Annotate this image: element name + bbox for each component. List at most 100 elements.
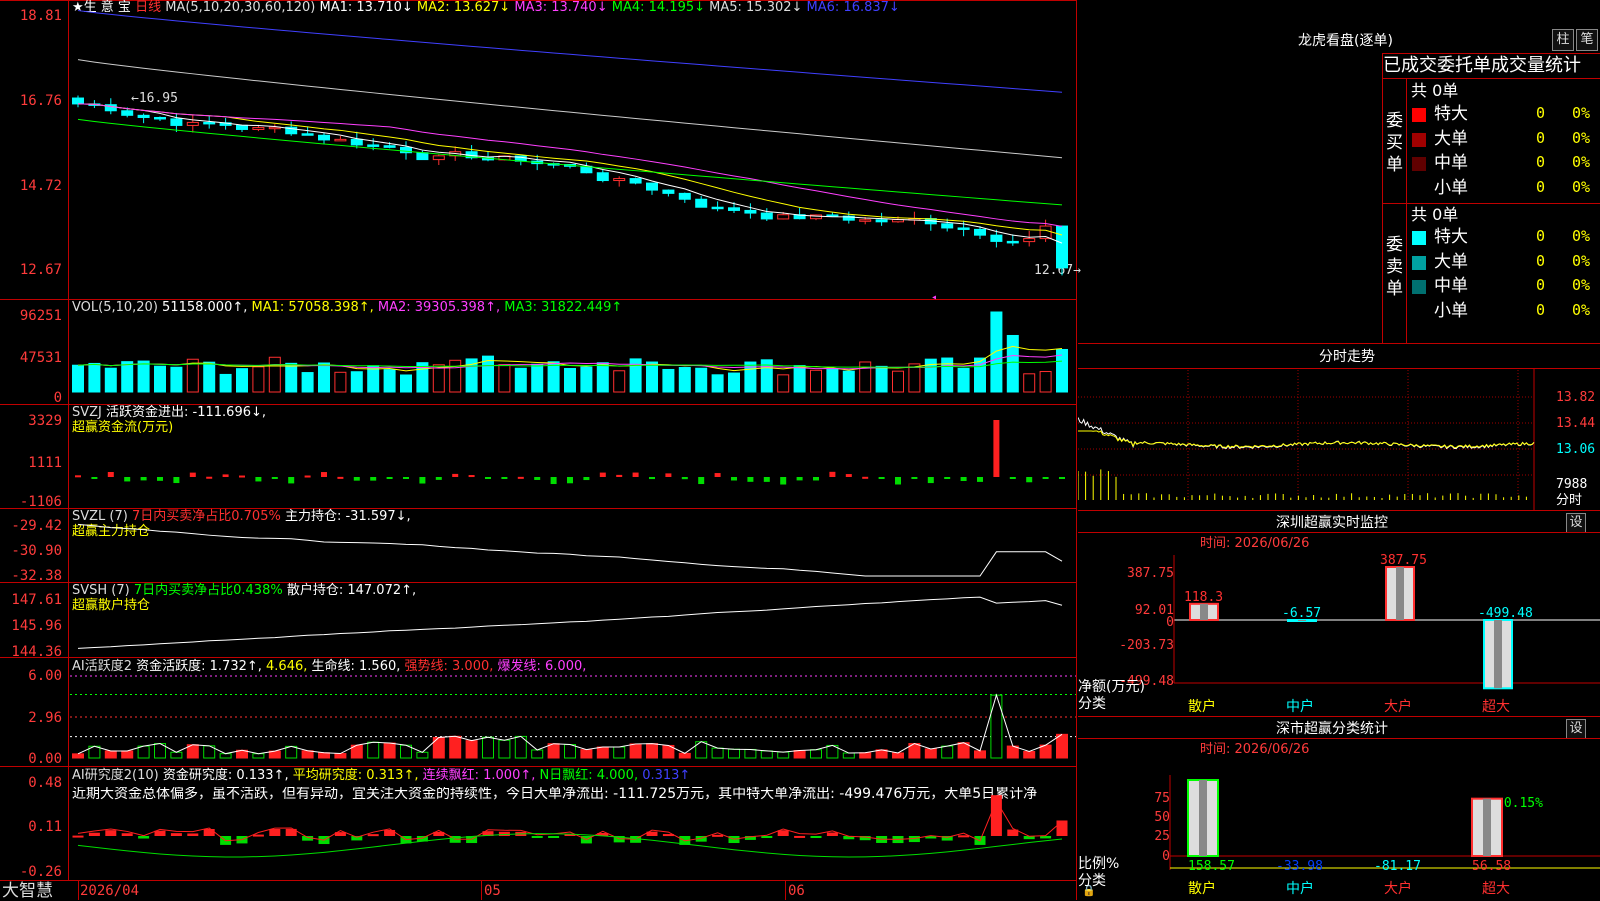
indicator-chart-canvas	[70, 10, 1076, 858]
monitor-category-label: 散户	[1188, 698, 1216, 715]
research-bar	[958, 835, 970, 838]
chart-area[interactable]: 18.81 16.76 14.72 12.67 96251 47531 0 33…	[0, 0, 1096, 900]
candle-body	[121, 110, 134, 116]
candle-body	[596, 172, 609, 182]
fund-flow-bar	[157, 477, 163, 481]
volume-bar	[367, 365, 380, 393]
fund-flow-bar	[501, 477, 508, 479]
monitor-category-label: 大户	[1384, 698, 1412, 715]
fund-flow-bar	[419, 477, 426, 484]
volume-bar	[1023, 373, 1036, 393]
activity-bar	[974, 750, 986, 759]
monitor-bar-shade	[1396, 567, 1404, 620]
fund-flow-bar	[665, 473, 672, 477]
candle-body	[760, 212, 773, 220]
volume-bar	[104, 367, 117, 393]
x-tick-label: 2026/04	[80, 883, 140, 899]
candle-body	[334, 138, 347, 142]
x-tick-label: 06	[788, 883, 805, 899]
fund-flow-bar	[731, 477, 737, 481]
fund-flow-bar	[353, 477, 360, 481]
activity-bar	[547, 743, 560, 759]
research-bar	[826, 832, 838, 836]
research-bar	[794, 835, 806, 838]
volume-bar	[334, 371, 347, 393]
volume-bar	[72, 364, 84, 393]
candle-body	[777, 214, 790, 220]
fund-flow-bar	[993, 420, 1000, 477]
activity-bar	[924, 748, 937, 759]
fund-flow-bar	[534, 477, 541, 480]
fund-flow-bar	[222, 474, 229, 477]
volume-bar	[268, 356, 281, 393]
candle-body	[728, 207, 740, 211]
candle-body	[1056, 225, 1068, 269]
monitor-category-label: 中户	[1286, 698, 1314, 715]
candle-body	[383, 145, 396, 148]
activity-bar	[482, 736, 494, 759]
research-bar	[269, 829, 281, 836]
activity-bar	[613, 746, 626, 759]
x-tick	[78, 880, 79, 900]
activity-bar	[416, 751, 429, 759]
fund-flow-bar	[829, 471, 836, 477]
activity-bar	[646, 743, 658, 759]
activity-bar	[367, 741, 380, 759]
fund-flow-bar	[813, 477, 819, 481]
candle-body	[646, 182, 658, 191]
activity-bar	[318, 752, 330, 759]
right-charts-canvas: 118.3 散户 -6.57 中户 387.75 大户 -499.48 超大 158.57 散户 -…	[1078, 368, 1600, 897]
fund-flow-bar	[567, 477, 573, 484]
activity-bar	[449, 735, 462, 759]
monitor-bar-shade	[1200, 603, 1208, 620]
x-tick-label: 05	[484, 883, 501, 899]
activity-bar	[104, 750, 117, 759]
activity-bar	[678, 752, 691, 759]
fund-flow-bar	[189, 472, 196, 477]
activity-bar	[892, 752, 904, 759]
monitor-bar-value: 118.3	[1184, 590, 1223, 605]
fund-flow-bar	[583, 477, 590, 481]
fund-flow-bar	[239, 475, 245, 478]
activity-bar	[711, 747, 724, 759]
activity-bar	[383, 742, 396, 759]
volume-bar	[826, 368, 839, 393]
activity-bar	[1023, 751, 1036, 759]
candle-body	[318, 134, 330, 141]
x-tick	[481, 880, 482, 900]
fund-flow-bar	[468, 475, 475, 478]
fund-flow-bar	[1026, 477, 1033, 483]
fund-flow-bar	[763, 477, 770, 482]
fund-flow-bar	[304, 475, 311, 478]
volume-bar	[154, 365, 166, 393]
volume-bar	[236, 368, 248, 393]
fund-flow-bar	[255, 477, 262, 482]
fund-flow-bar	[271, 477, 278, 479]
candle-body	[1006, 240, 1019, 244]
volume-bar	[318, 362, 330, 393]
fund-flow-bar	[321, 472, 327, 477]
research-bar	[105, 830, 117, 836]
candle-body	[72, 97, 84, 105]
candle-body	[613, 178, 626, 182]
research-bar	[203, 828, 215, 836]
fund-flow-bar	[927, 477, 934, 484]
volume-bar	[613, 370, 626, 393]
fund-flow-bar	[206, 476, 213, 479]
fund-flow-bar	[124, 477, 131, 482]
candle-body	[350, 138, 363, 146]
activity-bar	[1056, 733, 1068, 759]
fund-flow-bar	[862, 476, 869, 479]
fund-flow-bar	[91, 477, 98, 479]
activity-bar	[810, 749, 822, 759]
x-tick	[785, 880, 786, 900]
stats-bar-value: -33.98	[1276, 859, 1323, 874]
fund-flow-bar	[337, 476, 344, 479]
fund-flow-bar	[550, 477, 557, 485]
fund-flow-bar	[977, 477, 983, 482]
fund-flow-bar	[386, 477, 393, 479]
activity-bar	[498, 739, 511, 759]
right-panel: 龙虎看盘(逐单) 柱 笔 已成交委托单成交量统计 委买单 共 0单 特大 0 0% 大…	[1078, 0, 1600, 900]
research-bar	[810, 836, 822, 838]
stats-category-label: 中户	[1286, 880, 1314, 897]
